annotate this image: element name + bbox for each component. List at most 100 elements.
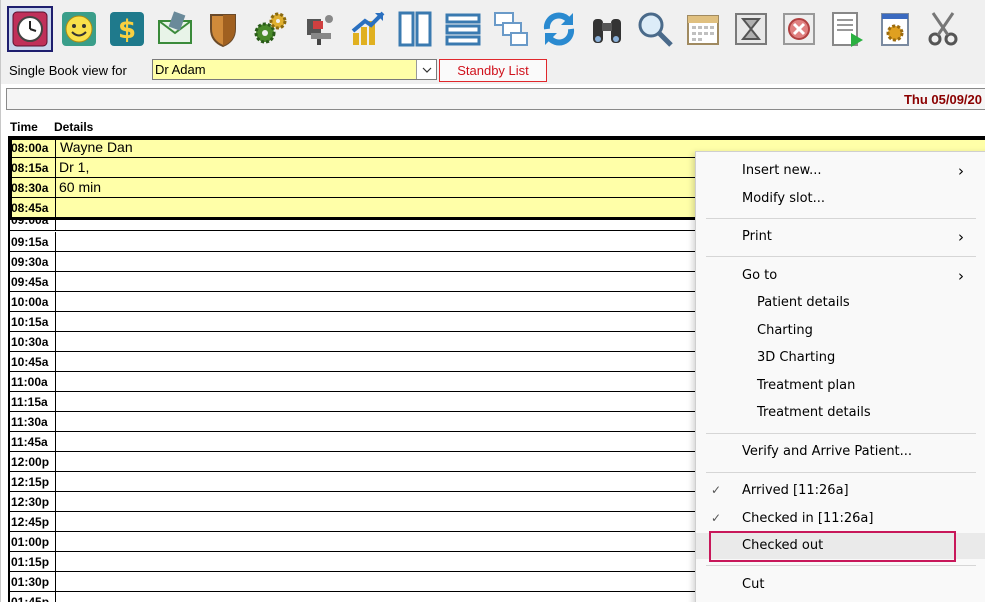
menu-item-go-to[interactable]: Go to › <box>696 263 985 289</box>
menu-item-modify-slot[interactable]: Modify slot... <box>696 186 985 212</box>
slot-time: 01:15p <box>10 552 56 571</box>
menu-item-arrived[interactable]: ✓ Arrived [11:26a] <box>696 478 985 504</box>
slot-time: 09:00a <box>10 219 56 230</box>
menu-item-label: Patient details <box>757 295 850 310</box>
slot-time: 01:00p <box>10 532 56 551</box>
menu-item-label: Checked out <box>742 538 824 553</box>
rows-icon[interactable] <box>440 6 486 52</box>
two-columns-icon[interactable] <box>392 6 438 52</box>
cancel-icon[interactable] <box>776 6 822 52</box>
provider-dropdown[interactable]: Dr Adam <box>152 59 437 80</box>
chevron-right-icon: › <box>958 162 964 180</box>
slot-time: 11:45a <box>10 432 56 451</box>
menu-separator <box>706 433 976 434</box>
slot-time: 12:45p <box>10 512 56 531</box>
schedule-header: Time Details <box>6 116 985 136</box>
menu-item-verify-arrive[interactable]: Verify and Arrive Patient... <box>696 439 985 465</box>
standby-list-button[interactable]: Standby List <box>439 59 547 82</box>
svg-text:$: $ <box>118 15 136 45</box>
menu-item-label: 3D Charting <box>757 350 836 365</box>
document-play-icon[interactable] <box>824 6 870 52</box>
current-date: Thu 05/09/20 <box>903 92 982 107</box>
slot-detail <box>57 198 60 217</box>
menu-item-3d-charting[interactable]: 3D Charting <box>696 345 985 371</box>
slot-time: 09:45a <box>10 272 56 291</box>
slot-detail: Wayne Dan <box>60 139 133 155</box>
notepad-gear-icon[interactable] <box>872 6 918 52</box>
scissors-icon[interactable] <box>920 6 966 52</box>
menu-separator <box>706 218 976 219</box>
menu-item-insert-new[interactable]: Insert new... › <box>696 158 985 184</box>
menu-item-label: Treatment details <box>757 405 871 420</box>
slot-time: 10:45a <box>10 352 56 371</box>
check-icon: ✓ <box>711 511 722 525</box>
menu-item-charting[interactable]: Charting <box>696 318 985 344</box>
menu-item-label: Insert new... <box>742 163 822 178</box>
slot-detail: Dr 1, <box>59 159 90 175</box>
slot-detail: 60 min <box>59 179 102 195</box>
main-toolbar: $ <box>1 0 985 58</box>
slot-time: 11:15a <box>10 392 56 411</box>
menu-item-checked-out[interactable]: Checked out <box>696 533 985 559</box>
slot-time: 12:30p <box>10 492 56 511</box>
slot-time: 01:30p <box>10 572 56 591</box>
shield-icon[interactable] <box>200 6 246 52</box>
gears-icon[interactable] <box>248 6 294 52</box>
provider-row: Single Book view for Dr Adam Standby Lis… <box>1 58 985 84</box>
menu-item-label: Checked in [11:26a] <box>742 511 874 526</box>
appointment-book-window: $ Single Book view for Dr Adam Standby L… <box>0 0 985 602</box>
check-icon: ✓ <box>711 483 722 497</box>
time-column-header: Time <box>10 120 38 134</box>
chevron-down-icon[interactable] <box>416 60 436 79</box>
hourglass-icon[interactable] <box>728 6 774 52</box>
menu-item-patient-details[interactable]: Patient details <box>696 290 985 316</box>
menu-item-print[interactable]: Print › <box>696 224 985 250</box>
menu-item-cut[interactable]: Cut <box>696 572 985 598</box>
slot-time: 10:00a <box>10 292 56 311</box>
slot-time: 11:00a <box>10 372 56 391</box>
growth-chart-icon[interactable] <box>344 6 390 52</box>
slot-time: 12:00p <box>10 452 56 471</box>
chevron-right-icon: › <box>958 228 964 246</box>
menu-item-label: Treatment plan <box>757 378 856 393</box>
smiley-icon[interactable] <box>56 6 102 52</box>
menu-item-label: Arrived [11:26a] <box>742 483 849 498</box>
menu-item-treatment-plan[interactable]: Treatment plan <box>696 373 985 399</box>
menu-item-label: Print <box>742 229 772 244</box>
slot-time: 10:15a <box>10 312 56 331</box>
dental-chair-icon[interactable] <box>296 6 342 52</box>
menu-separator <box>706 256 976 257</box>
slot-time: 08:45a <box>10 198 56 217</box>
clock-icon[interactable] <box>7 6 53 52</box>
slot-time: 08:00a <box>10 138 56 157</box>
menu-item-label: Verify and Arrive Patient... <box>742 444 913 459</box>
slot-time: 09:15a <box>10 232 56 251</box>
slot-time: 11:30a <box>10 412 56 431</box>
menu-item-label: Go to <box>742 268 778 283</box>
context-menu: Insert new... › Modify slot... Print › G… <box>695 151 985 602</box>
magnifier-icon[interactable] <box>632 6 678 52</box>
menu-separator <box>706 565 976 566</box>
chevron-right-icon: › <box>958 267 964 285</box>
menu-item-label: Cut <box>742 577 765 592</box>
slot-time: 12:15p <box>10 472 56 491</box>
menu-item-label: Charting <box>757 323 813 338</box>
calendar-icon[interactable] <box>680 6 726 52</box>
slot-time: 08:15a <box>10 158 56 177</box>
dollar-icon[interactable]: $ <box>104 6 150 52</box>
provider-label: Single Book view for <box>9 63 127 78</box>
binoculars-icon[interactable] <box>584 6 630 52</box>
slot-time: 10:30a <box>10 332 56 351</box>
details-column-header: Details <box>54 120 94 134</box>
date-bar: Thu 05/09/20 <box>6 88 985 110</box>
refresh-icon[interactable] <box>536 6 582 52</box>
slot-time: 08:30a <box>10 178 56 197</box>
envelope-icon[interactable] <box>152 6 198 52</box>
slot-time: 01:45p <box>10 592 56 602</box>
menu-separator <box>706 472 976 473</box>
menu-item-treatment-details[interactable]: Treatment details <box>696 400 985 426</box>
slot-time: 09:30a <box>10 252 56 271</box>
menu-item-label: Modify slot... <box>742 191 826 206</box>
cascade-icon[interactable] <box>488 6 534 52</box>
menu-item-checked-in[interactable]: ✓ Checked in [11:26a] <box>696 506 985 532</box>
